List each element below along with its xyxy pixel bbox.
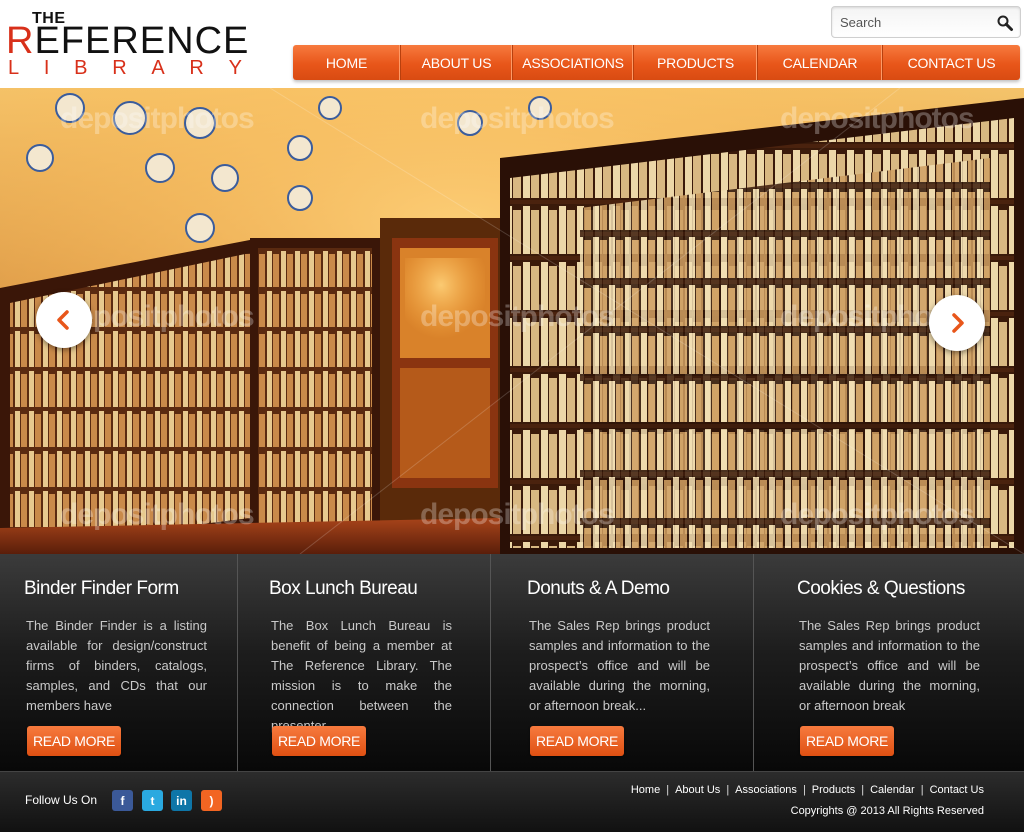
search-input[interactable]: [840, 12, 990, 32]
watermark-text: depositphotos: [780, 102, 975, 135]
follow-us-label: Follow Us On: [25, 793, 98, 807]
feature-text: The Sales Rep brings product samples and…: [799, 618, 980, 713]
read-more-button[interactable]: READ MORE: [272, 726, 367, 756]
read-more-button[interactable]: READ MORE: [530, 726, 625, 756]
footer-nav: Home | About Us | Associations | Products | …: [630, 784, 984, 796]
twitter-icon[interactable]: t: [142, 790, 163, 811]
site-header: THE REFERENCE LIBRARY HOME ABOUT US ASSO…: [0, 0, 1024, 88]
feature-text: The Sales Rep brings product samples and…: [529, 618, 710, 713]
watermark-text: depositphotos: [420, 102, 615, 135]
watermark-text: depositphotos: [420, 498, 615, 531]
nav-about-us[interactable]: ABOUT US: [401, 45, 513, 80]
linkedin-icon[interactable]: in: [171, 790, 192, 811]
feature-box-lunch: Box Lunch Bureau The Box Lunch Bureau is…: [238, 554, 491, 771]
watermark-text: depositphotos: [60, 102, 255, 135]
footer-link-home[interactable]: Home: [631, 784, 660, 796]
footer-link-about-us[interactable]: About Us: [675, 784, 720, 796]
feature-title: Cookies & Questions: [797, 578, 965, 599]
footer-link-contact-us[interactable]: Contact Us: [930, 784, 984, 796]
nav-products[interactable]: PRODUCTS: [634, 45, 758, 80]
logo-library-text: LIBRARY: [8, 57, 242, 79]
search-box: [831, 6, 1021, 38]
footer-link-associations[interactable]: Associations: [735, 784, 797, 796]
feature-title: Donuts & A Demo: [527, 578, 670, 599]
hero-slider: depositphotos depositphotos depositphoto…: [0, 88, 1024, 554]
facebook-icon[interactable]: f: [112, 790, 133, 811]
read-more-button[interactable]: READ MORE: [800, 726, 895, 756]
slider-prev-button[interactable]: [36, 292, 92, 348]
feature-columns: Binder Finder Form The Binder Finder is …: [0, 554, 1024, 771]
feature-binder-finder: Binder Finder Form The Binder Finder is …: [0, 554, 238, 771]
search-icon[interactable]: [996, 14, 1014, 32]
slider-next-button[interactable]: [929, 295, 985, 351]
main-nav: HOME ABOUT US ASSOCIATIONS PRODUCTS CALE…: [293, 45, 1020, 80]
rss-icon[interactable]: ): [201, 790, 222, 811]
chevron-left-icon: [57, 310, 69, 330]
nav-calendar[interactable]: CALENDAR: [758, 45, 883, 80]
watermark-text: depositphotos: [60, 498, 255, 531]
chevron-right-icon: [952, 313, 964, 333]
footer-link-products[interactable]: Products: [812, 784, 855, 796]
feature-text: The Binder Finder is a listing available…: [26, 618, 207, 713]
feature-text: The Box Lunch Bureau is benefit of being…: [271, 618, 452, 733]
nav-contact-us[interactable]: CONTACT US: [883, 45, 1020, 80]
feature-title: Box Lunch Bureau: [269, 578, 418, 599]
feature-cookies-questions: Cookies & Questions The Sales Rep brings…: [754, 554, 1024, 771]
feature-donuts-demo: Donuts & A Demo The Sales Rep brings pro…: [491, 554, 754, 771]
read-more-button[interactable]: READ MORE: [27, 726, 122, 756]
copyright-text: Copyrights @ 2013 All Rights Reserved: [790, 805, 984, 817]
watermark-text: depositphotos: [780, 498, 975, 531]
feature-title: Binder Finder Form: [24, 578, 179, 599]
nav-associations[interactable]: ASSOCIATIONS: [513, 45, 634, 80]
site-footer: Follow Us On f t in ) Home | About Us | As…: [0, 771, 1024, 832]
watermark-text: depositphotos: [420, 300, 615, 333]
logo-reference-text: REFERENCE: [6, 20, 250, 62]
nav-home[interactable]: HOME: [293, 45, 401, 80]
footer-link-calendar[interactable]: Calendar: [870, 784, 915, 796]
site-logo[interactable]: THE REFERENCE LIBRARY: [6, 10, 250, 80]
